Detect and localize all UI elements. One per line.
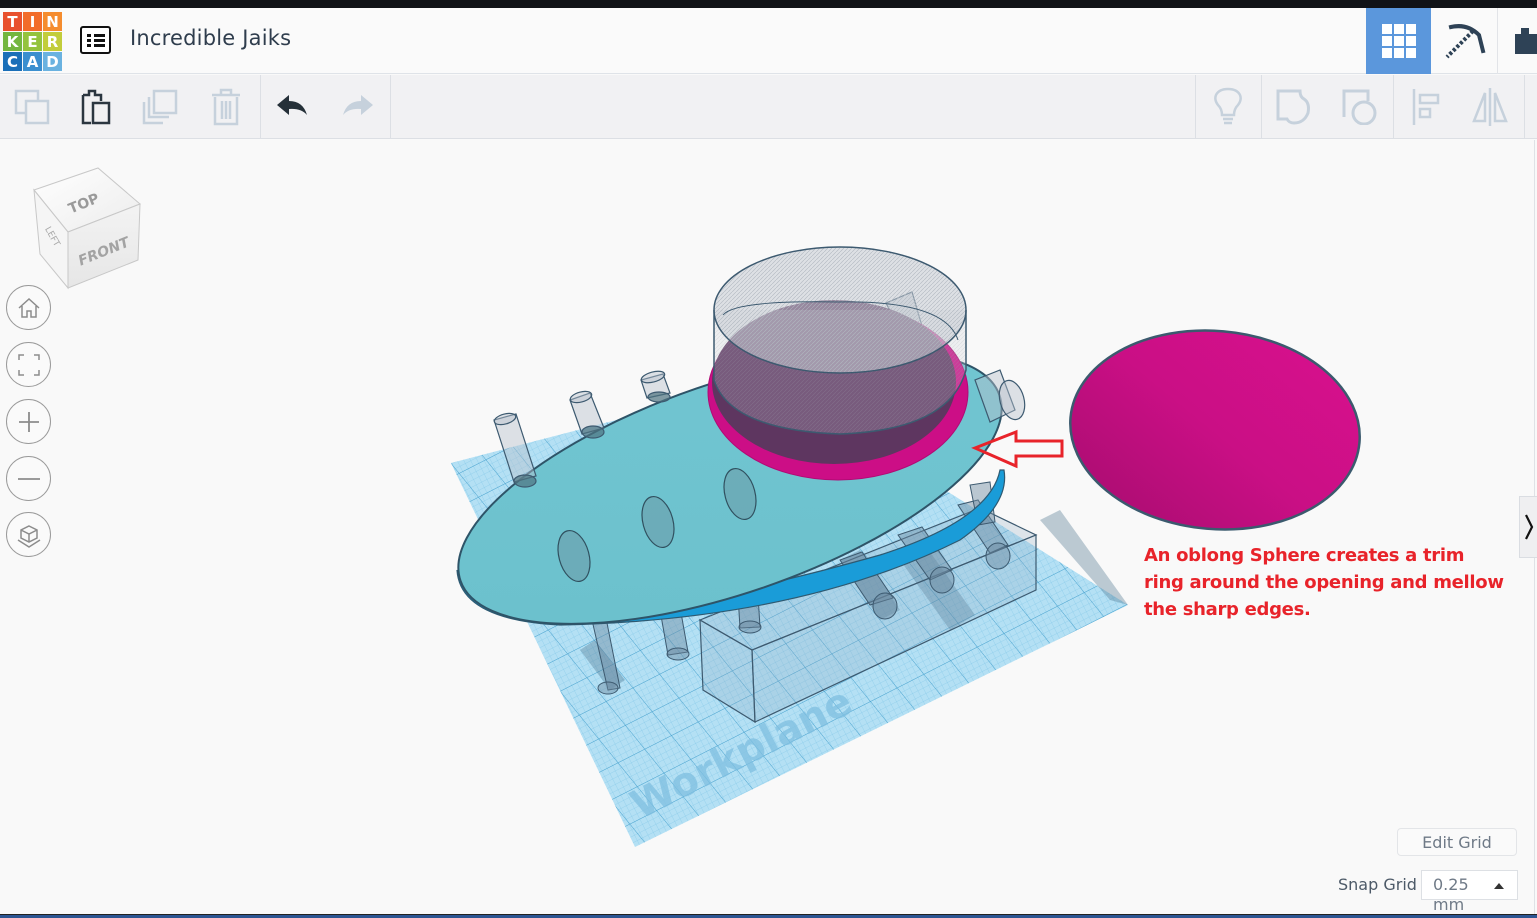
edit-toolbar xyxy=(0,75,1537,139)
mirror-icon xyxy=(1472,88,1508,126)
transparent-cylinder-hole[interactable] xyxy=(713,246,967,435)
edit-grid-button[interactable]: Edit Grid xyxy=(1397,828,1517,856)
logo-letter: I xyxy=(23,12,42,31)
ungroup-icon xyxy=(1342,89,1377,125)
mirror-button[interactable] xyxy=(1458,75,1522,139)
duplicate-icon xyxy=(142,89,178,125)
duplicate-button[interactable] xyxy=(128,75,192,139)
logo-letter: E xyxy=(23,32,42,51)
redo-button[interactable] xyxy=(325,75,389,139)
notes-button[interactable] xyxy=(1196,75,1260,139)
view-tab-blocks[interactable] xyxy=(1432,8,1497,74)
toolbar-divider xyxy=(1524,75,1525,139)
snap-grid-select[interactable]: 0.25 mm xyxy=(1421,870,1518,914)
window-top-bar xyxy=(0,0,1537,8)
toolbar-divider xyxy=(390,75,391,139)
design-title[interactable]: Incredible Jaiks xyxy=(130,26,291,50)
delete-button[interactable] xyxy=(194,75,258,139)
logo-letter: K xyxy=(3,32,22,51)
trash-icon xyxy=(212,88,240,126)
copy-button[interactable] xyxy=(0,75,64,139)
design-list-button[interactable] xyxy=(80,26,111,54)
group-button[interactable] xyxy=(1262,75,1326,139)
caret-up-icon xyxy=(1494,883,1504,889)
undo-icon xyxy=(277,95,307,115)
tinkercad-logo[interactable]: TIN KER CAD xyxy=(3,12,62,71)
group-icon xyxy=(1276,89,1310,125)
lightbulb-icon xyxy=(1214,87,1242,125)
3d-scene[interactable]: Workplane xyxy=(0,140,1537,914)
logo-letter: C xyxy=(3,52,22,71)
annotation-text: An oblong Sphere creates a trim ring aro… xyxy=(1144,545,1504,620)
chevron-right-icon xyxy=(1524,514,1533,540)
magenta-oblong-sphere[interactable] xyxy=(1062,319,1368,542)
logo-letter: R xyxy=(43,32,62,51)
taskbar-edge xyxy=(0,914,1537,918)
view-tab-3d-design[interactable] xyxy=(1366,8,1431,74)
brick-icon xyxy=(1515,28,1537,54)
snap-grid-value: 0.25 mm xyxy=(1433,875,1469,914)
paste-button[interactable] xyxy=(64,75,128,139)
copy-icon xyxy=(14,89,50,125)
logo-letter: A xyxy=(23,52,42,71)
expand-panel-handle[interactable] xyxy=(1519,496,1537,558)
align-button[interactable] xyxy=(1394,75,1458,139)
undo-button[interactable] xyxy=(261,75,325,139)
design-canvas[interactable]: TOP FRONT LEFT Workplane An oblong Spher… xyxy=(0,140,1537,914)
redo-icon xyxy=(343,95,373,115)
logo-letter: T xyxy=(3,12,22,31)
pickaxe-icon xyxy=(1445,24,1485,59)
align-icon xyxy=(1412,89,1440,125)
ungroup-button[interactable] xyxy=(1328,75,1392,139)
logo-letter: N xyxy=(43,12,62,31)
paste-icon xyxy=(81,89,111,125)
grid-icon xyxy=(1381,24,1416,58)
snap-grid-label: Snap Grid xyxy=(1338,875,1417,894)
app-header: TIN KER CAD Incredible Jaiks xyxy=(0,8,1537,74)
logo-letter: D xyxy=(43,52,62,71)
view-tab-bricks[interactable] xyxy=(1498,8,1537,74)
